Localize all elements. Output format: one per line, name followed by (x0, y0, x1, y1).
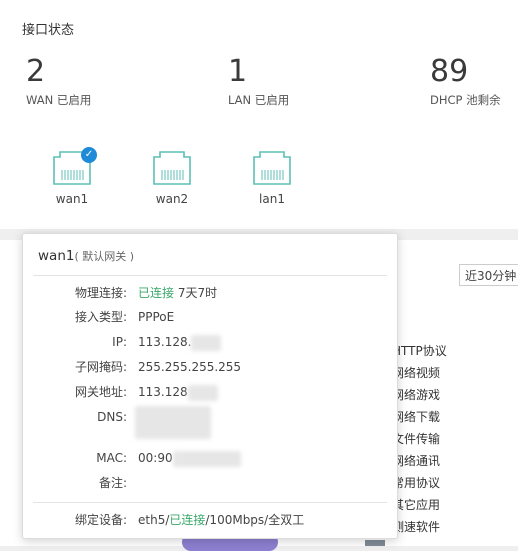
time-range-select[interactable]: 近30分钟 (459, 264, 518, 286)
subnet-mask-row: 子网掩码: 255.255.255.255 (23, 357, 397, 377)
legend-item[interactable]: 其它应用 (392, 494, 447, 516)
mac-row: MAC: 00:90 (23, 448, 397, 468)
physical-link-row: 物理连接: 已连接 7天7时 (23, 283, 397, 303)
redacted-block (187, 384, 218, 401)
gateway-row: 网关地址: 113.128 (23, 382, 397, 402)
port-label: lan1 (259, 192, 285, 206)
row-label: 绑定设备: (74, 513, 127, 527)
row-value: PPPoE (138, 310, 175, 324)
wan1-detail-popup: wan1( 默认网关 ) 物理连接: 已连接 7天7时 接入类型: PPPoE … (22, 233, 398, 539)
divider (33, 275, 387, 276)
row-label: MAC: (96, 451, 127, 465)
row-value: eth5/已连接/100Mbps/全双工 (138, 510, 304, 530)
mac-value: 00:90 (138, 451, 173, 465)
popup-subtitle: ( 默认网关 ) (74, 250, 135, 263)
row-label: 接入类型: (74, 310, 127, 324)
legend-item[interactable]: 测速软件 (392, 516, 447, 538)
redacted-block (135, 406, 211, 439)
stat-label: LAN 已启用 (228, 93, 290, 107)
stat-value: 89 (430, 54, 469, 89)
stat-label: DHCP 池剩余 (430, 93, 501, 107)
status-badge: 已连接 (138, 286, 175, 300)
row-value: 113.128. (138, 332, 222, 352)
row-value: 255.255.255.255 (138, 360, 242, 374)
section-title: 接口状态 (22, 23, 75, 38)
row-label: 物理连接: (74, 286, 127, 300)
row-value: 00:90 (138, 448, 241, 468)
check-icon: ✓ (81, 147, 97, 163)
row-value: 已连接 7天7时 (138, 283, 217, 303)
row-label: IP: (112, 335, 127, 349)
gateway-value: 113.128 (138, 385, 188, 399)
bound-interface: eth5/ (138, 513, 170, 527)
legend-item[interactable]: 网络视频 (392, 362, 447, 384)
port-lan1[interactable]: lan1 (242, 150, 302, 206)
interface-status-card: 接口状态 2 WAN 已启用 1 LAN 已启用 89 DHCP 池剩余 ✓ w… (0, 0, 518, 229)
legend-item[interactable]: 网络游戏 (392, 384, 447, 406)
stat-value: 2 (26, 54, 46, 89)
dhcp-pool-stat: 89 DHCP 池剩余 (430, 54, 501, 108)
port-wan1[interactable]: ✓ wan1 (42, 147, 102, 206)
legend-item[interactable]: 文件传输 (392, 428, 447, 450)
wan-enabled-stat: 2 WAN 已启用 (26, 54, 91, 108)
port-label: wan1 (55, 192, 89, 206)
stat-value: 1 (228, 54, 248, 89)
port-label: wan2 (155, 192, 189, 206)
ethernet-port-icon (153, 151, 191, 185)
row-label: 子网掩码: (74, 360, 127, 374)
port-wan2[interactable]: wan2 (142, 150, 202, 206)
stat-label: WAN 已启用 (26, 93, 92, 107)
uptime-value: 7天7时 (177, 286, 218, 300)
legend-item[interactable]: 常用协议 (392, 472, 447, 494)
traffic-legend: HTTP协议 网络视频 网络游戏 网络下载 文件传输 网络通讯 常用协议 其它应… (392, 340, 447, 538)
row-label: 网关地址: (74, 385, 127, 399)
note-row: 备注: (23, 473, 397, 493)
popup-title: wan1( 默认网关 ) (38, 248, 134, 264)
redacted-block (191, 334, 222, 351)
lan-enabled-stat: 1 LAN 已启用 (228, 54, 289, 108)
ip-value: 113.128. (138, 335, 192, 349)
status-badge: 已连接 (169, 513, 206, 527)
ethernet-port-icon (253, 151, 291, 185)
popup-title-text: wan1 (38, 248, 75, 264)
legend-item[interactable]: 网络通讯 (392, 450, 447, 472)
row-label: DNS: (97, 410, 127, 424)
row-value: 113.128 (138, 382, 218, 402)
legend-item[interactable]: HTTP协议 (392, 340, 447, 362)
ip-row: IP: 113.128. (23, 332, 397, 352)
legend-color-swatch (365, 540, 385, 546)
divider (33, 502, 387, 503)
row-label: 备注: (98, 476, 127, 490)
redacted-block (172, 450, 241, 467)
link-speed: /100Mbps/全双工 (205, 513, 305, 527)
legend-item[interactable]: 网络下载 (392, 406, 447, 428)
bound-device-row: 绑定设备: eth5/已连接/100Mbps/全双工 (23, 510, 397, 530)
access-type-row: 接入类型: PPPoE (23, 307, 397, 327)
